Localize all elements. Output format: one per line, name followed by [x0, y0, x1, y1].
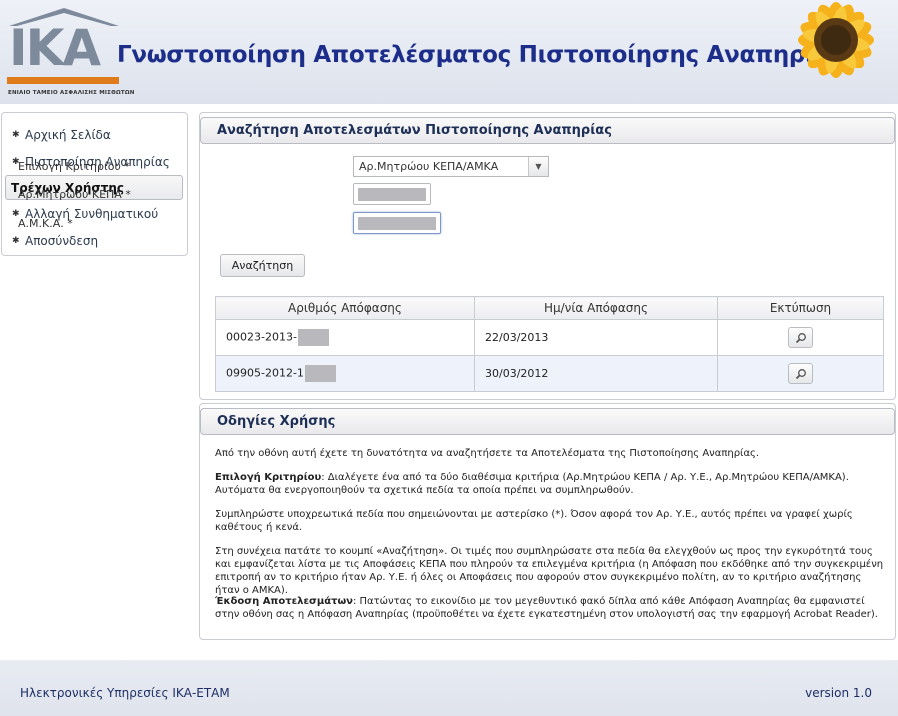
sidebar-item-home[interactable]: ✱ Αρχική Σελίδα [2, 121, 187, 148]
search-panel-title: Αναζήτηση Αποτελεσμάτων Πιστοποίησης Ανα… [200, 117, 895, 144]
criterion-label: Επιλογή Κριτηρίου * [18, 160, 130, 173]
criterion-select[interactable]: Αρ.Μητρώου ΚΕΠΑ/ΑΜΚΑ ▼ [353, 156, 549, 177]
kepa-label: Αρ.Μητρώου ΚΕΠΑ * [18, 188, 131, 201]
instructions-paragraph: Από την οθόνη αυτή έχετε τη δυνατότητα ν… [215, 448, 760, 459]
logo-letters: IKA [9, 19, 101, 77]
chevron-down-icon[interactable]: ▼ [528, 157, 548, 176]
print-cell [717, 355, 884, 392]
magnifier-icon [795, 333, 806, 344]
redacted-value [297, 329, 329, 346]
amka-input[interactable] [353, 212, 441, 234]
redacted-value [304, 365, 336, 382]
col-decision-number: Αριθμός Απόφασης [215, 296, 475, 320]
decision-number-cell: 09905-2012-1 [215, 355, 475, 392]
sidebar-item-label: Αποσύνδεση [25, 233, 99, 248]
print-button[interactable] [788, 363, 813, 384]
col-decision-date: Ημ/νία Απόφασης [474, 296, 718, 320]
page-footer: Ηλεκτρονικές Υπηρεσίες ΙΚΑ-ΕΤΑΜ version … [0, 660, 898, 716]
redacted-value [358, 217, 436, 230]
instructions-paragraph: Έκδοση Αποτελεσμάτων: Πατώντας το εικονί… [215, 595, 885, 621]
amka-label: Α.Μ.Κ.Α. * [18, 217, 73, 230]
magnifier-icon [795, 369, 806, 380]
results-table: Αριθμός Απόφασης Ημ/νία Απόφασης Εκτύπωσ… [215, 296, 884, 392]
instructions-paragraph: Συμπληρώστε υποχρεωτικά πεδία που σημειώ… [215, 509, 853, 533]
page-header: IKA ΕΝΙΑΙΟ ΤΑΜΕΙΟ ΑΣΦΑΛΙΣΗΣ ΜΙΣΘΩΤΩΝ Γνω… [0, 0, 898, 104]
sidebar-item-logout[interactable]: ✱ Αποσύνδεση [2, 227, 187, 254]
ika-logo: IKA ΕΝΙΑΙΟ ΤΑΜΕΙΟ ΑΣΦΑΛΙΣΗΣ ΜΙΣΘΩΤΩΝ [7, 6, 134, 100]
logo-bar [7, 77, 119, 84]
table-header-row: Αριθμός Απόφασης Ημ/νία Απόφασης Εκτύπωσ… [215, 296, 884, 320]
table-row: 00023-2013- 22/03/2013 [215, 319, 884, 356]
print-cell [717, 319, 884, 356]
kepa-number-input[interactable] [353, 183, 431, 205]
decision-number: 00023-2013- [226, 330, 297, 344]
footer-version: version 1.0 [805, 686, 872, 700]
instructions-paragraph: Στη συνέχεια πατάτε το κουμπί «Αναζήτηση… [215, 546, 884, 596]
sunflower-image [798, 2, 874, 78]
decision-date-cell: 30/03/2012 [474, 355, 718, 392]
instructions-paragraph: Επιλογή Κριτηρίου: Διαλέγετε ένα από τα … [215, 471, 885, 497]
criterion-select-value: Αρ.Μητρώου ΚΕΠΑ/ΑΜΚΑ [359, 160, 499, 173]
gear-bullet-icon: ✱ [12, 235, 20, 246]
print-button[interactable] [788, 327, 813, 348]
decision-number: 09905-2012-1 [226, 366, 304, 380]
table-row: 09905-2012-1 30/03/2012 [215, 355, 884, 392]
instructions-term: Έκδοση Αποτελεσμάτων [215, 596, 353, 607]
gear-bullet-icon: ✱ [12, 129, 20, 140]
instructions-title: Οδηγίες Χρήσης [200, 408, 895, 435]
search-button[interactable]: Αναζήτηση [220, 254, 305, 277]
decision-number-cell: 00023-2013- [215, 319, 475, 356]
instructions-term: Επιλογή Κριτηρίου [215, 472, 322, 483]
col-print: Εκτύπωση [717, 296, 884, 320]
sidebar-item-label: Αρχική Σελίδα [25, 127, 111, 142]
site-title: Γνωστοποίηση Αποτελέσματος Πιστοποίησης … [117, 42, 843, 68]
sidebar-menu: ✱ Αρχική Σελίδα ✱ Πιστοποίηση Αναπηρίας … [1, 112, 188, 256]
logo-subtitle: ΕΝΙΑΙΟ ΤΑΜΕΙΟ ΑΣΦΑΛΙΣΗΣ ΜΙΣΘΩΤΩΝ [8, 90, 135, 96]
redacted-value [358, 188, 426, 201]
decision-date-cell: 22/03/2013 [474, 319, 718, 356]
footer-org: Ηλεκτρονικές Υπηρεσίες ΙΚΑ-ΕΤΑΜ [20, 686, 230, 700]
